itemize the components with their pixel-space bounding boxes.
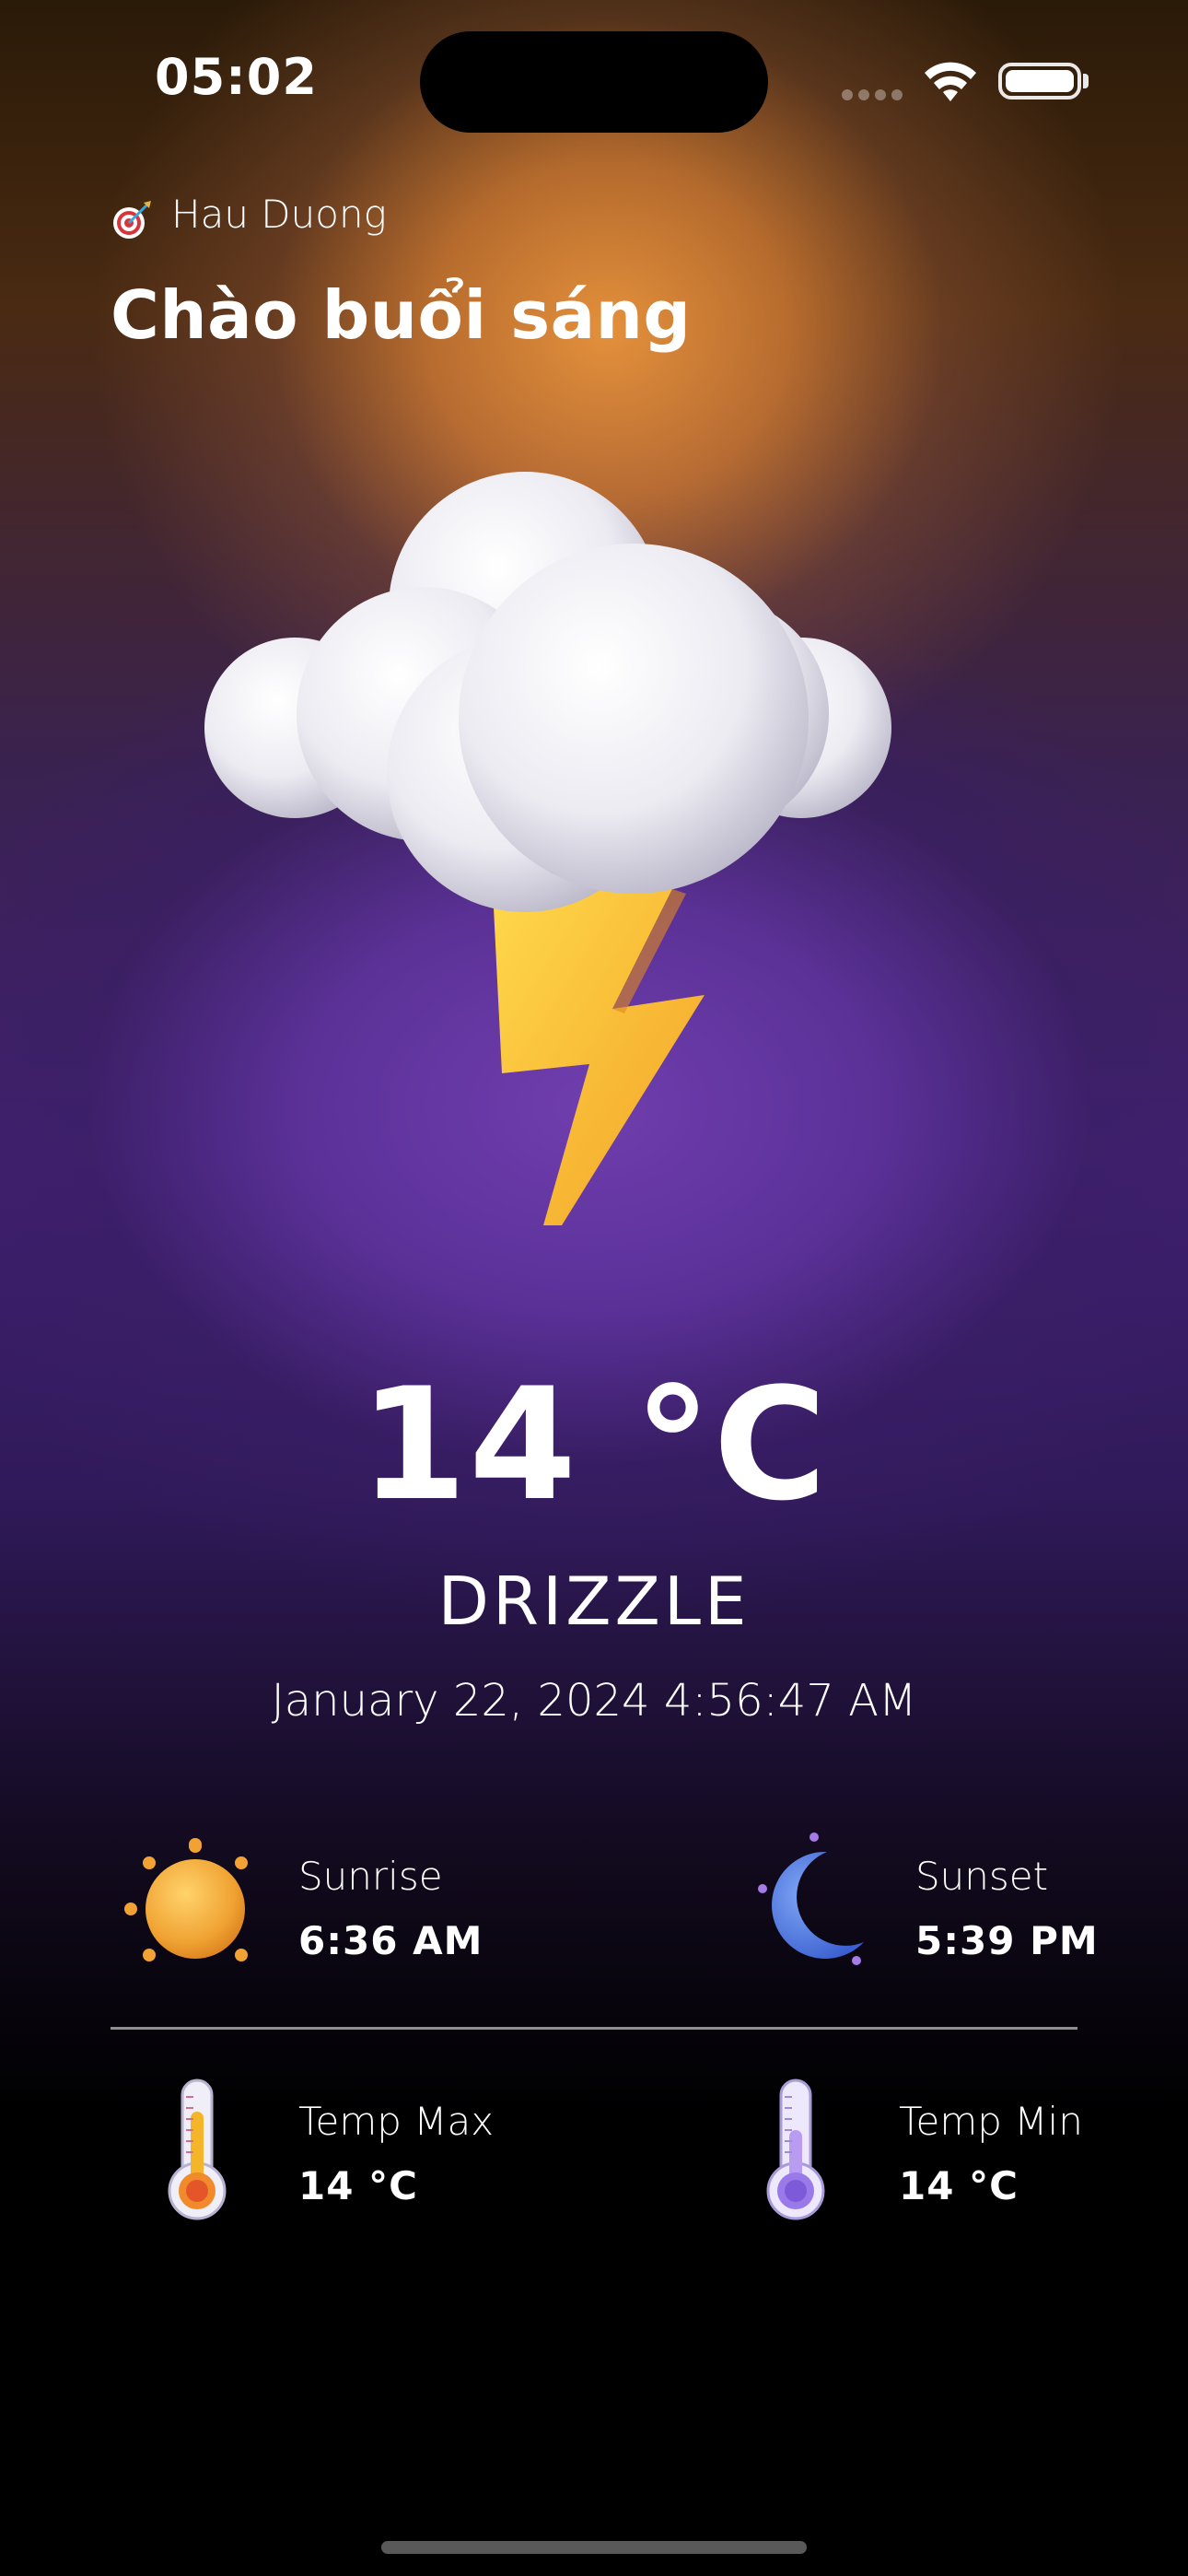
thunderstorm-cloud-icon xyxy=(204,472,891,1225)
battery-tip xyxy=(1083,74,1089,88)
status-time: 05:02 xyxy=(155,48,318,106)
sunset-info: Sunset 5:39 PM xyxy=(746,1822,1179,1965)
temp-max-label: Temp Max xyxy=(298,2099,495,2144)
temp-min-label: Temp Min xyxy=(899,2099,1083,2144)
observation-datetime: January 22, 2024 4:56:47 AM xyxy=(271,1675,917,1727)
thermometer-cold-icon xyxy=(766,2078,825,2220)
temp-max-info: Temp Max 14 °C xyxy=(111,2073,608,2230)
weather-condition: DRIZZLE xyxy=(437,1563,751,1640)
sunset-label: Sunset xyxy=(915,1854,1049,1899)
divider xyxy=(111,2027,1077,2030)
home-indicator[interactable] xyxy=(381,2541,807,2554)
sunrise-label: Sunrise xyxy=(298,1854,443,1899)
temp-max-value: 14 °C xyxy=(298,2163,418,2208)
current-temperature: 14 °C xyxy=(359,1354,829,1535)
thermometer-hot-icon xyxy=(168,2078,227,2220)
dynamic-island xyxy=(420,31,768,133)
location-name: Hau Duong xyxy=(171,192,387,237)
cellular-signal-icon xyxy=(842,87,908,104)
target-dart-icon xyxy=(113,201,151,239)
wifi-icon xyxy=(925,62,976,101)
temp-min-value: 14 °C xyxy=(899,2163,1019,2208)
temp-min-info: Temp Min 14 °C xyxy=(755,2073,1179,2230)
battery-icon xyxy=(998,63,1081,100)
sunrise-time: 6:36 AM xyxy=(298,1918,483,1963)
sunrise-info: Sunrise 6:36 AM xyxy=(111,1822,608,1963)
sunset-time: 5:39 PM xyxy=(915,1918,1099,1963)
moon-icon xyxy=(758,1832,864,1965)
greeting-title: Chào buổi sáng xyxy=(111,276,692,354)
sun-rays-icon xyxy=(124,1838,248,1961)
